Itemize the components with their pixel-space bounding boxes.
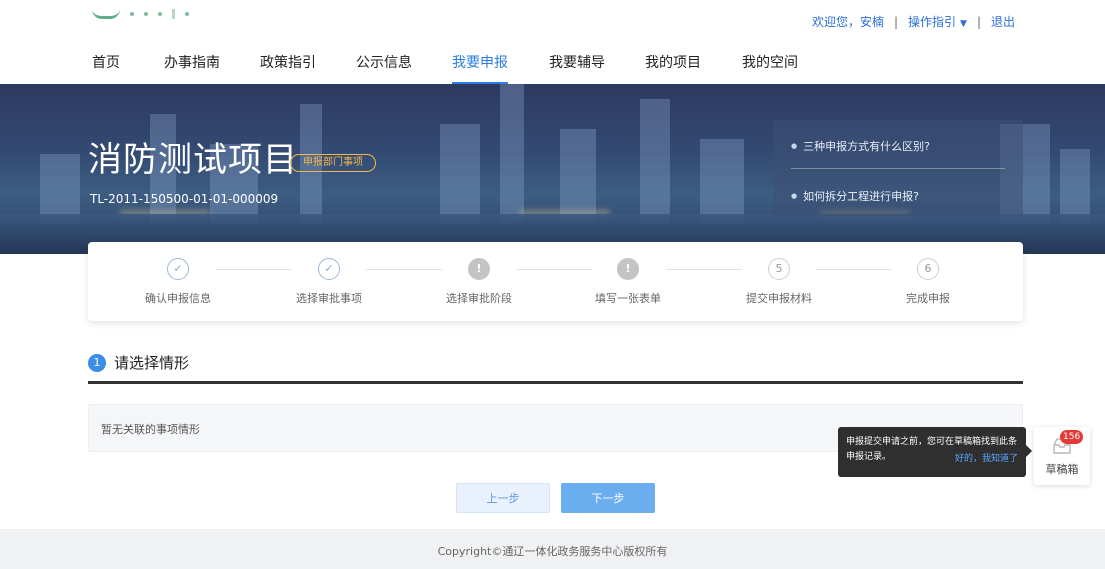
step-fill-form: ! 填写一张表单: [583, 258, 673, 306]
caret-down-icon: ▼: [960, 19, 967, 29]
draft-count-badge: 156: [1060, 430, 1084, 444]
previous-step-button[interactable]: 上一步: [456, 483, 550, 513]
page: 欢迎您，安楠 | 操作指引 ▼ | 退出 首页 办事指南 政策指引 公示信息 我要…: [0, 0, 1105, 569]
project-type-badge: 申报部门事项: [290, 154, 376, 172]
main-nav: 首页 办事指南 政策指引 公示信息 我要申报 我要辅导 我的项目 我的空间: [0, 40, 1105, 84]
copyright-text: Copyright©通辽一体化政务服务中心版权所有: [437, 545, 668, 558]
step-select-items: ✓ 选择审批事项: [284, 258, 374, 306]
step-label: 确认申报信息: [145, 292, 211, 305]
empty-state-text: 暂无关联的事项情形: [101, 423, 200, 436]
divider: [791, 168, 1005, 169]
check-icon: ✓: [318, 258, 340, 280]
nav-item-public-info[interactable]: 公示信息: [356, 52, 412, 84]
faq-panel: 三种申报方式有什么区别? 如何拆分工程进行申报?: [773, 120, 1023, 216]
faq-link-split-project[interactable]: 如何拆分工程进行申报?: [791, 188, 919, 204]
exclamation-icon: !: [468, 258, 490, 280]
check-icon: ✓: [167, 258, 189, 280]
next-step-button[interactable]: 下一步: [561, 483, 655, 513]
draft-tooltip: 申报提交申请之前，您可在草稿箱找到此条申报记录。 好的，我知道了: [838, 427, 1032, 477]
section-header: 1 请选择情形: [88, 352, 1023, 384]
draft-label: 草稿箱: [1045, 463, 1079, 476]
dismiss-tooltip-link[interactable]: 好的，我知道了: [955, 452, 1018, 467]
top-bar: 欢迎您，安楠 | 操作指引 ▼ | 退出: [0, 0, 1105, 40]
step-label: 完成申报: [906, 292, 950, 305]
operation-guide-link[interactable]: 操作指引 ▼: [908, 13, 967, 30]
step-connector: [516, 269, 592, 270]
step-number: 6: [917, 258, 939, 280]
step-select-stage: ! 选择审批阶段: [434, 258, 524, 306]
exclamation-icon: !: [617, 258, 639, 280]
step-label: 选择审批阶段: [446, 292, 512, 305]
section-number-badge: 1: [88, 354, 106, 372]
faq-link-apply-methods[interactable]: 三种申报方式有什么区别?: [791, 138, 930, 154]
step-label: 选择审批事项: [296, 292, 362, 305]
user-bar: 欢迎您，安楠 | 操作指引 ▼ | 退出: [812, 13, 1015, 30]
step-connector: [666, 269, 742, 270]
step-connector: [816, 269, 892, 270]
project-title: 消防测试项目: [88, 140, 298, 180]
logout-link[interactable]: 退出: [991, 13, 1015, 30]
nav-item-apply[interactable]: 我要申报: [452, 52, 508, 84]
nav-item-my-projects[interactable]: 我的项目: [645, 52, 701, 84]
divider: |: [893, 14, 898, 29]
footer: Copyright©通辽一体化政务服务中心版权所有: [0, 529, 1105, 569]
step-connector: [216, 269, 292, 270]
section-title: 请选择情形: [114, 354, 190, 372]
nav-item-my-space[interactable]: 我的空间: [742, 52, 798, 84]
step-number: 5: [768, 258, 790, 280]
step-submit-materials: 5 提交申报材料: [734, 258, 824, 306]
logo-emblem-icon: [92, 9, 120, 19]
step-complete: 6 完成申报: [883, 258, 973, 306]
step-label: 填写一张表单: [595, 292, 661, 305]
nav-item-policy[interactable]: 政策指引: [260, 52, 316, 84]
nav-item-guide[interactable]: 办事指南: [164, 52, 220, 84]
welcome-text: 欢迎您，安楠: [811, 15, 884, 29]
step-connector: [366, 269, 442, 270]
progress-steps: ✓ 确认申报信息 ✓ 选择审批事项 ! 选择审批阶段 ! 填写一张表单 5 提交…: [88, 242, 1023, 321]
step-confirm-info: ✓ 确认申报信息: [133, 258, 223, 306]
draft-box-button[interactable]: 156 草稿箱: [1034, 427, 1090, 485]
nav-item-tutoring[interactable]: 我要辅导: [549, 52, 605, 84]
project-code: TL-2011-150500-01-01-000009: [90, 192, 279, 206]
divider: |: [976, 14, 981, 29]
project-banner: 消防测试项目 申报部门事项 TL-2011-150500-01-01-00000…: [0, 84, 1105, 254]
nav-item-home[interactable]: 首页: [92, 52, 120, 84]
site-logo[interactable]: [92, 6, 189, 22]
step-label: 提交申报材料: [746, 292, 812, 305]
